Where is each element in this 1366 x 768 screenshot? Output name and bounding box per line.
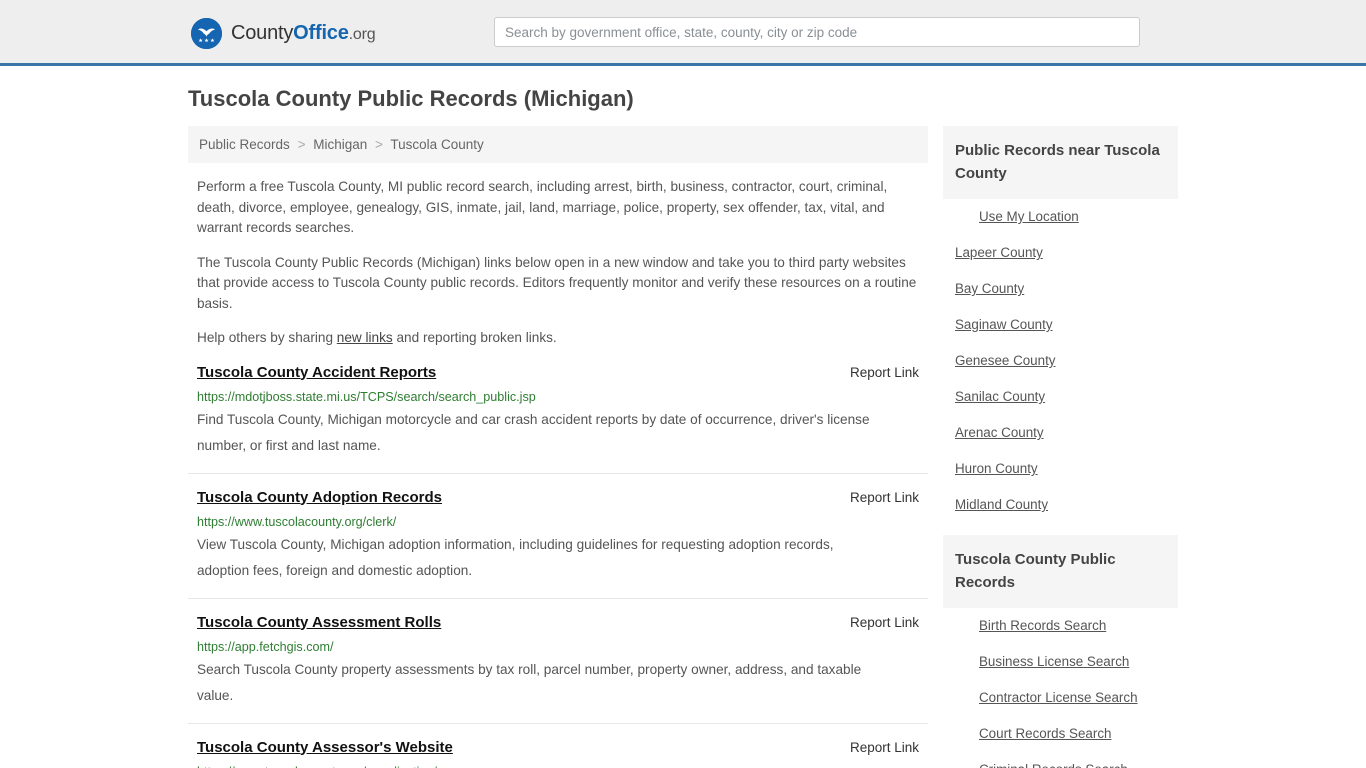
eagle-stars-logo-icon	[191, 17, 222, 49]
breadcrumb-item-michigan[interactable]: Michigan	[313, 137, 367, 152]
list-item: Court Records Search	[943, 716, 1178, 752]
sidebar-item-midland-county[interactable]: Midland County	[943, 487, 1178, 523]
sidebar-item-genesee-county[interactable]: Genesee County	[943, 343, 1178, 379]
breadcrumb-item-tuscola-county[interactable]: Tuscola County	[390, 137, 483, 152]
result-item: Tuscola County Assessment Rolls Report L…	[188, 613, 928, 724]
breadcrumb-separator: >	[375, 137, 383, 152]
sidebar-item-arenac-county[interactable]: Arenac County	[943, 415, 1178, 451]
sidebar-list-nearby: Use My Location Lapeer County Bay County…	[943, 199, 1178, 523]
results-list: Tuscola County Accident Reports Report L…	[188, 363, 928, 768]
result-header: Tuscola County Assessor's Website Report…	[197, 738, 928, 758]
result-title-link[interactable]: Tuscola County Assessment Rolls	[197, 613, 441, 633]
sidebar-box-records: Tuscola County Public Records Birth Reco…	[943, 535, 1178, 768]
page-title: Tuscola County Public Records (Michigan)	[188, 86, 634, 111]
list-item: Lapeer County	[943, 235, 1178, 271]
intro-paragraph-2: The Tuscola County Public Records (Michi…	[197, 254, 917, 311]
brand-part-org: .org	[348, 26, 376, 43]
sidebar-heading-nearby: Public Records near Tuscola County	[943, 126, 1178, 199]
result-description: View Tuscola County, Michigan adoption i…	[197, 536, 834, 578]
content-container: Public Records > Michigan > Tuscola Coun…	[188, 126, 1178, 768]
sidebar-item-lapeer-county[interactable]: Lapeer County	[943, 235, 1178, 271]
result-url[interactable]: https://www.tuscolacounty.org/equalizati…	[197, 762, 928, 768]
breadcrumb-separator: >	[297, 137, 306, 152]
sidebar-item-criminal-records-search[interactable]: Criminal Records Search	[943, 752, 1178, 768]
result-description: Search Tuscola County property assessmen…	[197, 661, 862, 703]
result-header: Tuscola County Adoption Records Report L…	[197, 488, 928, 508]
sidebar-item-huron-county[interactable]: Huron County	[943, 451, 1178, 487]
brand-part-office: Office	[293, 22, 349, 44]
list-item: Contractor License Search	[943, 680, 1178, 716]
share-text-before: Help others by sharing	[197, 330, 337, 345]
list-item: Midland County	[943, 487, 1178, 523]
site-header: CountyOffice.org	[0, 0, 1366, 66]
report-link-button[interactable]: Report Link	[850, 365, 928, 380]
brand-part-county: County	[231, 22, 294, 44]
list-item: Use My Location	[943, 199, 1178, 235]
result-header: Tuscola County Accident Reports Report L…	[197, 363, 928, 383]
result-item: Tuscola County Assessor's Website Report…	[188, 738, 928, 768]
sidebar-item-bay-county[interactable]: Bay County	[943, 271, 1178, 307]
result-item: Tuscola County Adoption Records Report L…	[188, 488, 928, 599]
search-input[interactable]	[494, 17, 1140, 47]
list-item: Genesee County	[943, 343, 1178, 379]
result-item: Tuscola County Accident Reports Report L…	[188, 363, 928, 474]
report-link-button[interactable]: Report Link	[850, 615, 928, 630]
sidebar-item-court-records-search[interactable]: Court Records Search	[943, 716, 1178, 752]
list-item: Criminal Records Search	[943, 752, 1178, 768]
breadcrumb: Public Records > Michigan > Tuscola Coun…	[188, 126, 928, 163]
breadcrumb-item-public-records[interactable]: Public Records	[199, 137, 290, 152]
list-item: Business License Search	[943, 644, 1178, 680]
sidebar-item-birth-records-search[interactable]: Birth Records Search	[943, 608, 1178, 644]
report-link-button[interactable]: Report Link	[850, 490, 928, 505]
intro-paragraph-3: Help others by sharing new links and rep…	[188, 328, 928, 349]
page-body: Tuscola County Public Records (Michigan)…	[0, 66, 1366, 768]
intro-paragraph-1: Perform a free Tuscola County, MI public…	[197, 179, 888, 235]
share-text-after: and reporting broken links.	[392, 330, 557, 345]
site-logo-text: CountyOffice.org	[231, 22, 376, 44]
sidebar-heading-records: Tuscola County Public Records	[943, 535, 1178, 608]
result-header: Tuscola County Assessment Rolls Report L…	[197, 613, 928, 633]
result-url[interactable]: https://app.fetchgis.com/	[197, 637, 928, 657]
result-description: Find Tuscola County, Michigan motorcycle…	[197, 411, 870, 453]
list-item: Saginaw County	[943, 307, 1178, 343]
sidebar-box-nearby: Public Records near Tuscola County Use M…	[943, 126, 1178, 523]
sidebar-item-use-my-location[interactable]: Use My Location	[943, 199, 1178, 235]
result-url[interactable]: https://www.tuscolacounty.org/clerk/	[197, 512, 928, 532]
list-item: Birth Records Search	[943, 608, 1178, 644]
sidebar: Public Records near Tuscola County Use M…	[943, 126, 1178, 768]
sidebar-item-contractor-license-search[interactable]: Contractor License Search	[943, 680, 1178, 716]
result-title-link[interactable]: Tuscola County Assessor's Website	[197, 738, 453, 758]
sidebar-item-business-license-search[interactable]: Business License Search	[943, 644, 1178, 680]
new-links-link[interactable]: new links	[337, 330, 393, 345]
search-box[interactable]	[494, 17, 1140, 47]
list-item: Huron County	[943, 451, 1178, 487]
site-logo-link[interactable]: CountyOffice.org	[191, 17, 376, 49]
result-title-link[interactable]: Tuscola County Adoption Records	[197, 488, 442, 508]
result-url[interactable]: https://mdotjboss.state.mi.us/TCPS/searc…	[197, 387, 928, 407]
list-item: Bay County	[943, 271, 1178, 307]
report-link-button[interactable]: Report Link	[850, 740, 928, 755]
main-column: Public Records > Michigan > Tuscola Coun…	[188, 126, 928, 768]
list-item: Arenac County	[943, 415, 1178, 451]
sidebar-list-records: Birth Records Search Business License Se…	[943, 608, 1178, 768]
sidebar-item-saginaw-county[interactable]: Saginaw County	[943, 307, 1178, 343]
sidebar-item-sanilac-county[interactable]: Sanilac County	[943, 379, 1178, 415]
result-title-link[interactable]: Tuscola County Accident Reports	[197, 363, 436, 383]
list-item: Sanilac County	[943, 379, 1178, 415]
